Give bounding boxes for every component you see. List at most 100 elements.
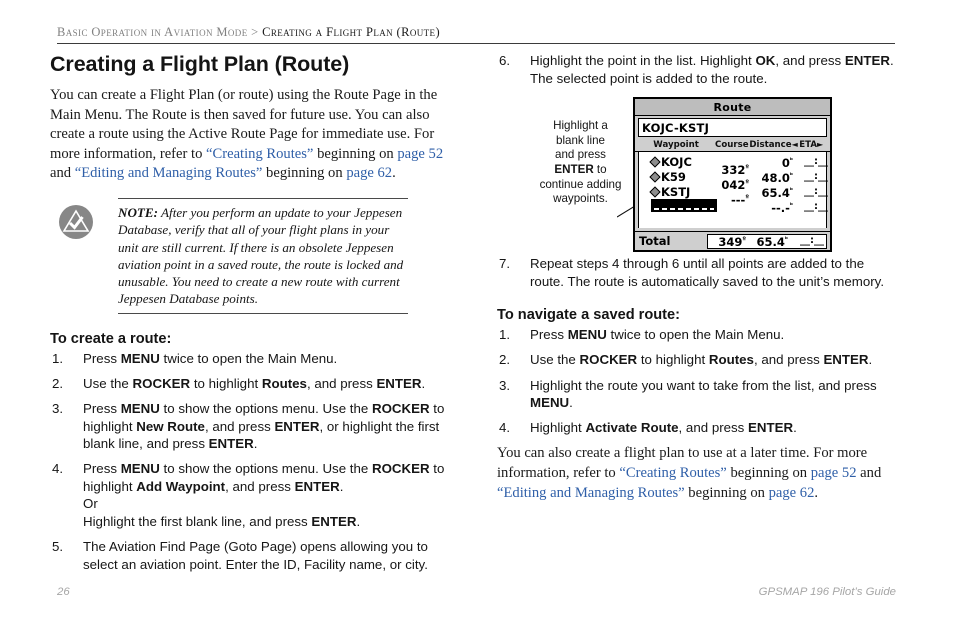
callout-line-3: and press: [555, 148, 606, 162]
step-keyword: MENU: [120, 350, 160, 366]
step-6-list: 6. Highlight the point in the list. Highl…: [497, 52, 897, 87]
column-header-eta-label: ETA: [799, 140, 817, 151]
total-course: 349º: [718, 234, 746, 249]
column-header-course: Course: [715, 140, 749, 151]
note-label: NOTE:: [118, 204, 159, 220]
step-keyword: ENTER: [844, 53, 890, 68]
row-course: 332º: [721, 163, 749, 178]
step-keyword: ENTER: [311, 514, 357, 529]
step-number: 2.: [52, 375, 64, 391]
step-number: 2.: [499, 352, 511, 368]
step-keyword: MENU: [120, 400, 160, 416]
outro-text-4: beginning on: [684, 484, 769, 501]
column-header-distance: Distance◄: [749, 138, 797, 151]
page-title: Creating a Flight Plan (Route): [50, 52, 350, 76]
step-keyword: MENU: [567, 327, 607, 343]
step-item: 1. Press MENU twice to open the Main Menu…: [50, 350, 450, 368]
breadcrumb-divider: [57, 43, 895, 44]
device-waypoint-list[interactable]: KOJC K59 KSTJ 332º 0ᵇ __:__ 042º 48.0ᵇ __:__ ---…: [638, 152, 828, 229]
step-keyword: ENTER: [376, 375, 422, 391]
column-header-waypoint: Waypoint: [653, 140, 699, 151]
right-column: 6. Highlight the point in the list. Highl…: [497, 52, 897, 509]
step-text: Highlight Activate Route, and press ENTE…: [530, 420, 797, 436]
breadcrumb-parent: Basic Operation in Aviation Mode: [57, 25, 248, 39]
footer-guide-title: GPSMAP 196 Pilot’s Guide: [758, 586, 896, 598]
step-item: 1. Press MENU twice to open the Main Menu…: [497, 326, 897, 344]
gps-route-screen: Route KOJC-KSTJ Waypoint Course Distance…: [633, 97, 832, 253]
breadcrumb-current: Creating a Flight Plan (Route): [262, 25, 441, 39]
callout-line-6: waypoints.: [553, 192, 608, 206]
highlighted-blank-line[interactable]: [651, 199, 717, 213]
outro-paragraph: You can also create a flight plan to use…: [497, 444, 897, 503]
device-title-bar: Route: [635, 99, 830, 117]
step-item: 3. Highlight the route you want to take f…: [497, 377, 897, 412]
intro-text-3: and: [50, 165, 75, 182]
step-item: 2. Use the ROCKER to highlight Routes, an…: [497, 351, 897, 369]
device-route-name-field[interactable]: KOJC-KSTJ: [638, 118, 827, 138]
step-text: Highlight the point in the list. Highlig…: [530, 53, 894, 86]
step-number: 1.: [52, 350, 64, 366]
row-distance: 65.4ᵇ: [761, 186, 794, 201]
link-editing-managing-routes[interactable]: “Editing and Managing Routes”: [75, 165, 263, 181]
step-keyword: ENTER: [274, 418, 320, 434]
link-page-52-2[interactable]: page 52: [811, 465, 857, 481]
blank-line-dashes: [654, 208, 714, 211]
step-number: 4.: [499, 420, 511, 436]
column-header-distance-label: Distance: [749, 140, 792, 151]
step-number: 4.: [52, 461, 64, 477]
scroll-right-arrow-icon[interactable]: ►: [817, 140, 823, 149]
row-distance: 48.0ᵇ: [761, 171, 794, 186]
waypoint-name: KOJC: [649, 155, 721, 169]
step-text: Highlight the route you want to take fro…: [530, 377, 877, 411]
link-creating-routes-2[interactable]: “Creating Routes”: [619, 465, 726, 481]
waypoint-name: K59: [649, 170, 721, 184]
step-keyword: Routes: [708, 352, 754, 368]
link-page-62[interactable]: page 62: [346, 165, 392, 181]
step-text: Press MENU to show the options menu. Use…: [83, 400, 445, 452]
step-number: 6.: [499, 53, 511, 68]
step-item: 2. Use the ROCKER to highlight Routes, an…: [50, 375, 450, 393]
callout-line-5: continue adding: [539, 177, 622, 191]
navigate-route-step-list: 1. Press MENU twice to open the Main Menu…: [497, 326, 897, 436]
row-eta: __:__: [804, 201, 828, 213]
step-keyword: MENU: [120, 461, 160, 477]
step-text: Repeat steps 4 through 6 until all point…: [530, 256, 885, 289]
row-distance: 0ᵇ: [781, 156, 793, 171]
step-item: 6. Highlight the point in the list. Highl…: [497, 52, 897, 87]
callout-line-2: blank line: [556, 133, 605, 147]
callout-line-4: to: [593, 162, 607, 176]
row-course: ---º: [731, 193, 749, 208]
step-number: 1.: [499, 327, 511, 343]
link-editing-managing-routes-2[interactable]: “Editing and Managing Routes”: [497, 485, 685, 501]
step-number: 5.: [52, 539, 64, 555]
step-text: Press MENU to show the options menu. Use…: [83, 461, 445, 529]
step-keyword: ENTER: [208, 436, 254, 452]
link-page-62-2[interactable]: page 62: [769, 485, 815, 501]
callout-key-enter: ENTER: [554, 162, 594, 176]
step-keyword: Add Waypoint: [136, 478, 226, 494]
step-item: 7. Repeat steps 4 through 6 until all poi…: [497, 255, 897, 290]
step-7-list: 7. Repeat steps 4 through 6 until all poi…: [497, 255, 897, 290]
row-eta: __:__: [804, 186, 828, 198]
step-keyword: ROCKER: [371, 461, 430, 477]
link-page-52[interactable]: page 52: [397, 146, 443, 162]
step-keyword: ENTER: [823, 352, 869, 368]
step-number: 3.: [499, 377, 511, 393]
step-keyword: ENTER: [748, 420, 794, 436]
callout-line-1: Highlight a: [553, 119, 608, 133]
row-eta: __:__: [804, 156, 828, 168]
total-label: Total: [639, 234, 671, 249]
step-text: Use the ROCKER to highlight Routes, and …: [530, 352, 873, 368]
step-item: 4. Press MENU to show the options menu. U…: [50, 460, 450, 530]
step-keyword: ROCKER: [371, 400, 430, 416]
step-keyword: OK: [755, 53, 776, 68]
total-values-box: 349º 65.4ᵇ __:__: [707, 233, 827, 249]
column-header-eta: ETA►: [795, 138, 827, 151]
waypoint-name: KSTJ: [649, 185, 721, 199]
step-text: Use the ROCKER to highlight Routes, and …: [83, 375, 426, 391]
link-creating-routes[interactable]: “Creating Routes”: [206, 146, 313, 162]
total-eta: __:__: [800, 234, 824, 246]
row-distance: --.-ᵇ: [771, 201, 793, 216]
device-total-row: Total 349º 65.4ᵇ __:__: [635, 231, 830, 251]
step-text: Press MENU twice to open the Main Menu.: [530, 327, 785, 343]
